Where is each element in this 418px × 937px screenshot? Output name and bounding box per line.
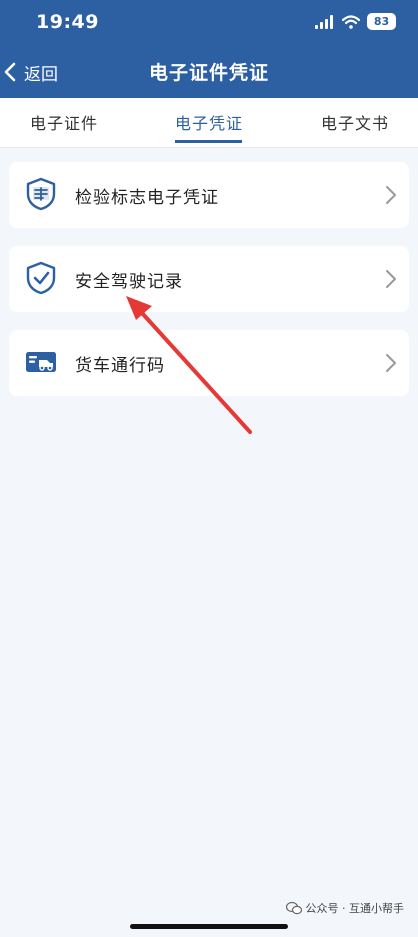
app-header: 19:49 83 返回 电子证件凭证 xyxy=(0,0,418,98)
chevron-right-icon xyxy=(386,354,396,372)
page-title: 电子证件凭证 xyxy=(148,62,269,84)
list-item-label: 安全驾驶记录 xyxy=(75,272,183,292)
home-indicator[interactable] xyxy=(130,924,288,929)
signal-icon xyxy=(315,14,333,29)
voucher-list: 检验标志电子凭证 安全驾驶记录 货车通行码 xyxy=(0,148,418,396)
battery-indicator: 83 xyxy=(367,13,396,30)
wechat-icon xyxy=(285,901,302,915)
list-item-label: 货车通行码 xyxy=(75,356,165,376)
status-icons: 83 xyxy=(315,13,396,30)
status-bar: 19:49 83 xyxy=(0,0,418,46)
chevron-right-icon xyxy=(386,186,396,204)
list-item-safe-driving-record[interactable]: 安全驾驶记录 xyxy=(9,246,409,312)
chevron-right-icon xyxy=(386,270,396,288)
truck-card-icon xyxy=(26,352,56,372)
tab-e-certificates[interactable]: 电子证件 xyxy=(30,110,98,134)
list-item-label: 检验标志电子凭证 xyxy=(75,188,219,208)
nav-bar: 返回 电子证件凭证 xyxy=(0,46,418,98)
status-time: 19:49 xyxy=(36,11,99,33)
list-item-truck-pass-code[interactable]: 货车通行码 xyxy=(9,330,409,396)
certificate-shield-icon xyxy=(26,177,56,211)
tab-e-documents[interactable]: 电子文书 xyxy=(321,110,389,134)
active-tab-indicator xyxy=(175,140,242,143)
watermark-text: 公众号 · 互通小帮手 xyxy=(305,902,405,915)
wifi-icon xyxy=(342,14,360,29)
tab-bar: 电子证件 电子凭证 电子文书 xyxy=(0,98,418,148)
check-shield-icon xyxy=(26,261,56,295)
list-item-inspection-voucher[interactable]: 检验标志电子凭证 xyxy=(9,162,409,228)
watermark: 公众号 · 互通小帮手 xyxy=(285,900,405,916)
tab-e-vouchers[interactable]: 电子凭证 xyxy=(175,110,243,134)
